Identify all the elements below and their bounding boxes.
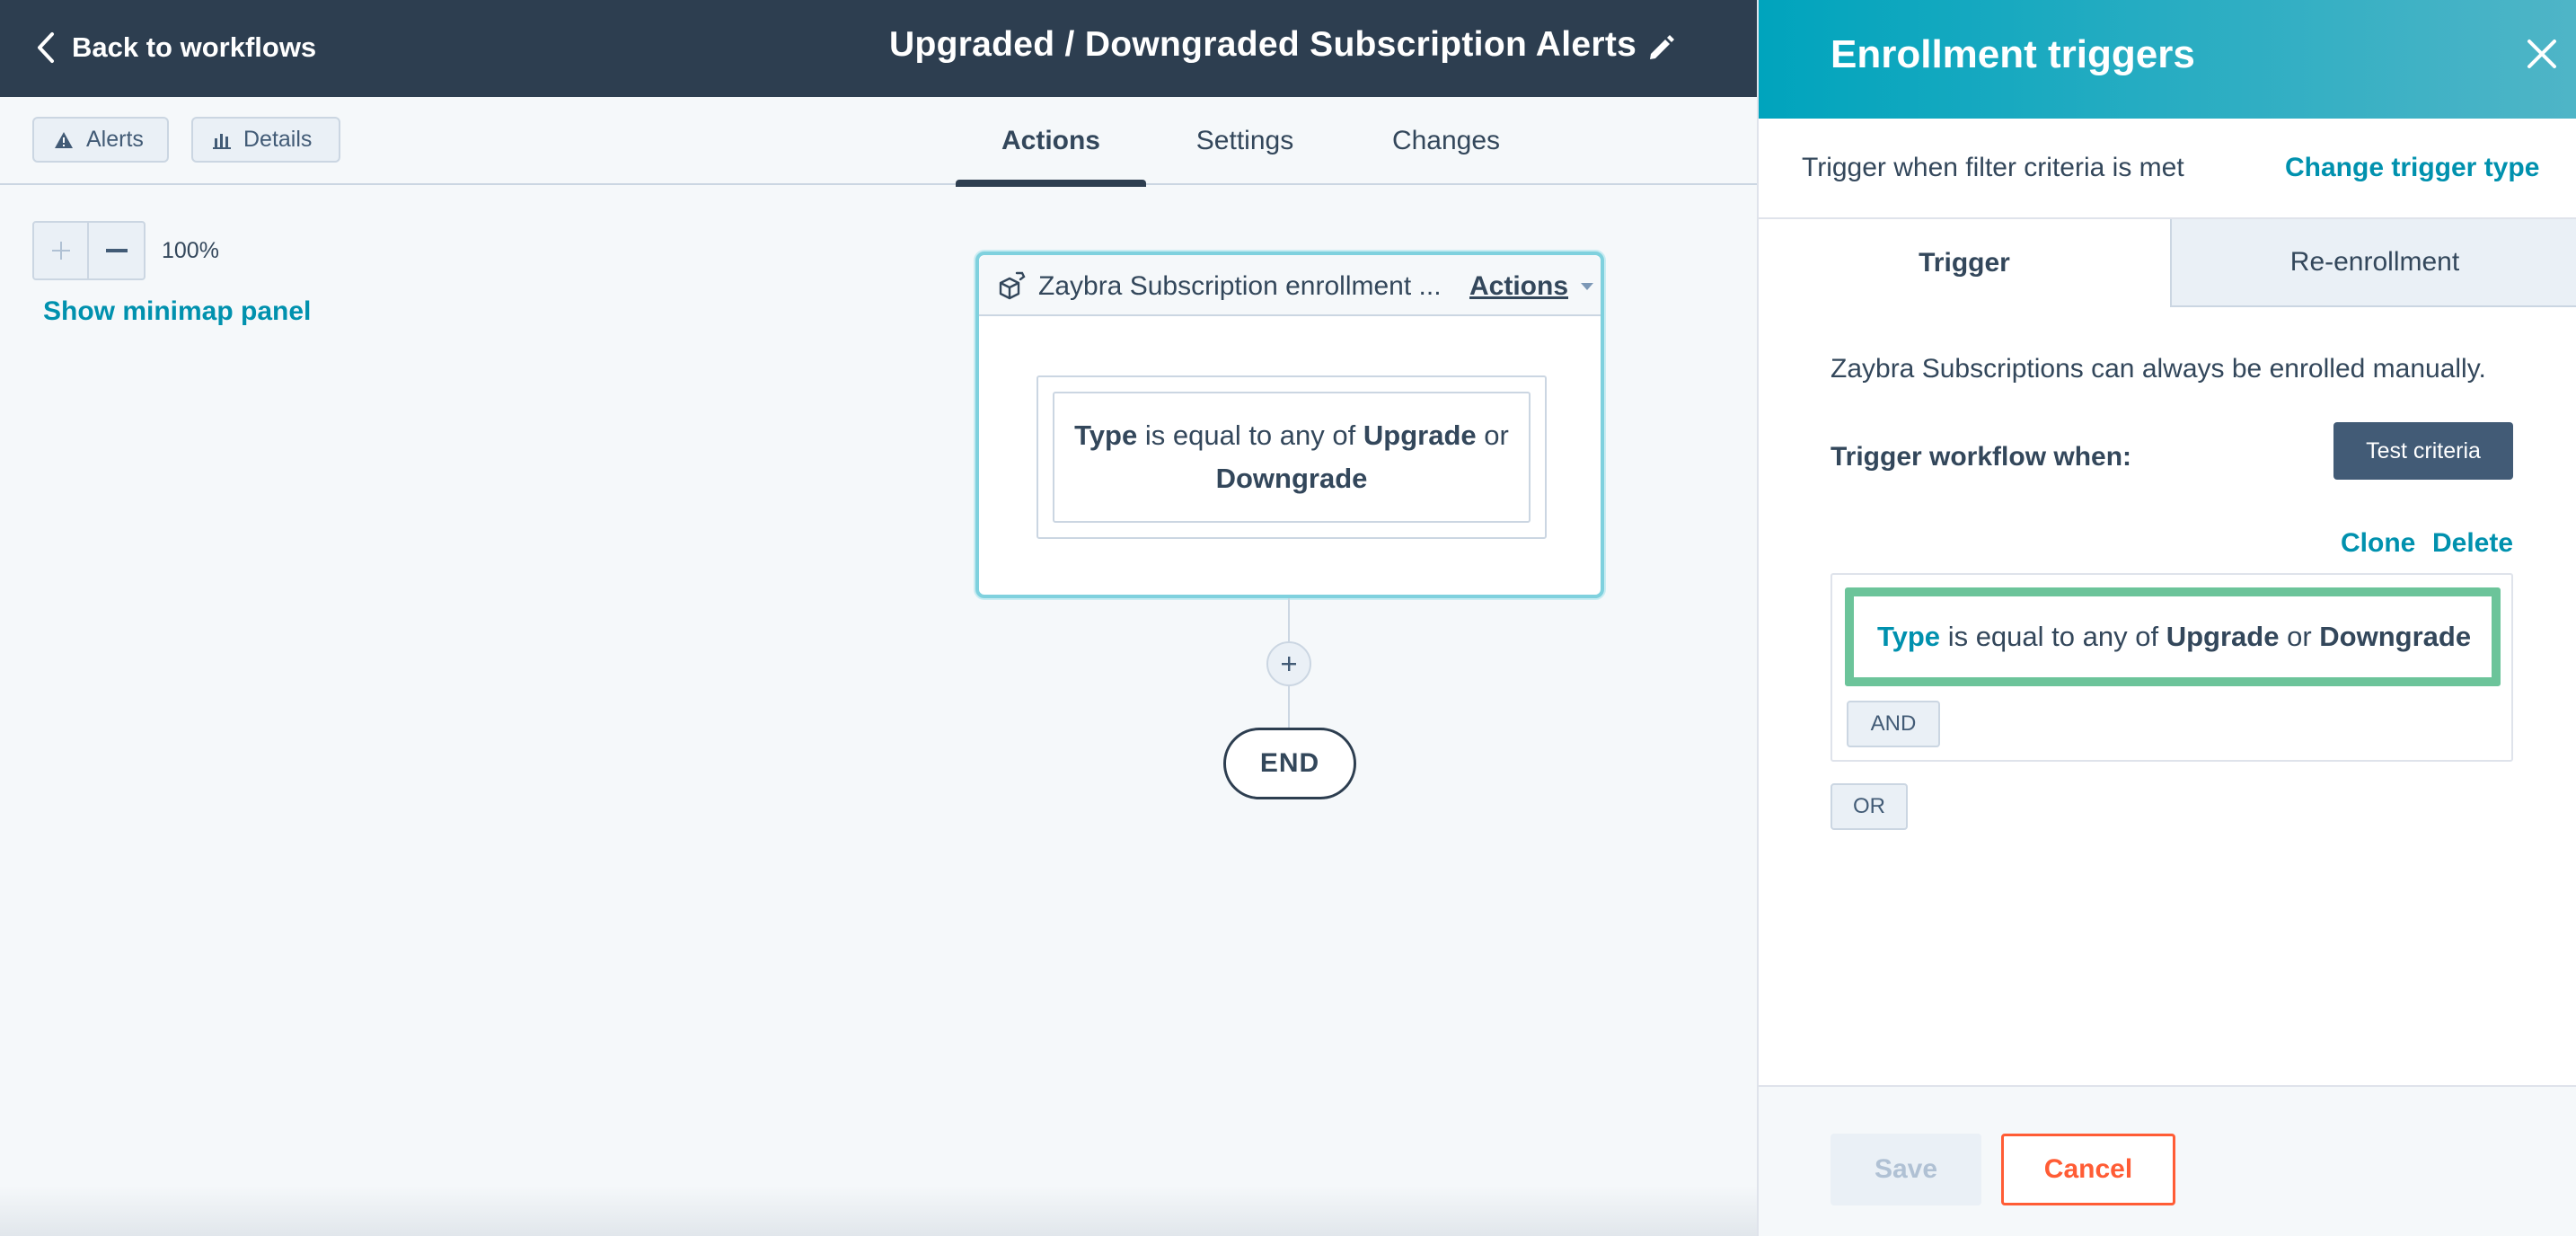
filter-value: Downgrade — [2319, 621, 2472, 652]
object-cube-icon — [999, 271, 1026, 300]
zoom-in-button[interactable] — [34, 223, 90, 278]
or-button[interactable]: OR — [1831, 783, 1908, 830]
close-icon[interactable] — [2524, 36, 2560, 72]
filter-operator: is equal to any of — [1144, 419, 1356, 451]
filter-property: Type — [1877, 621, 1941, 652]
save-button[interactable]: Save — [1831, 1134, 1981, 1205]
filter-operator: is equal to any of — [1947, 621, 2159, 652]
zoom-controls — [32, 221, 146, 280]
end-node: END — [1223, 728, 1356, 799]
add-action-button[interactable] — [1266, 641, 1311, 686]
bar-chart-icon — [213, 133, 231, 149]
tab-settings[interactable]: Settings — [1168, 97, 1322, 185]
card-header: Zaybra Subscription enrollment ... Actio… — [979, 255, 1601, 316]
card-title: Zaybra Subscription enrollment ... — [1038, 271, 1442, 301]
panel-header: Enrollment triggers — [1759, 0, 2576, 119]
warning-icon — [55, 131, 73, 148]
zoom-out-button[interactable] — [89, 223, 144, 278]
details-button[interactable]: Details — [191, 117, 340, 163]
filter-joiner: or — [2287, 621, 2312, 652]
zoom-level: 100% — [162, 238, 219, 263]
filter-property: Type — [1074, 419, 1138, 451]
delete-link[interactable]: Delete — [2432, 528, 2513, 559]
trigger-workflow-when-label: Trigger workflow when: — [1831, 442, 2132, 472]
manual-enrollment-note: Zaybra Subscriptions can always be enrol… — [1831, 354, 2486, 384]
connector-line — [1288, 598, 1290, 641]
back-link-label: Back to workflows — [72, 31, 317, 63]
workflow-title: Upgraded / Downgraded Subscription Alert… — [889, 25, 1637, 64]
change-trigger-type-link[interactable]: Change trigger type — [2285, 153, 2539, 183]
enrollment-trigger-card[interactable]: Zaybra Subscription enrollment ... Actio… — [975, 252, 1604, 598]
sub-header: Alerts Details Actions Settings Changes — [0, 97, 1757, 187]
trigger-type-row: Trigger when filter criteria is met Chan… — [1759, 119, 2576, 219]
plus-icon — [1282, 657, 1296, 671]
card-actions-label: Actions — [1469, 271, 1569, 301]
tab-actions[interactable]: Actions — [956, 97, 1146, 187]
alerts-button[interactable]: Alerts — [32, 117, 169, 163]
card-actions-dropdown[interactable]: Actions — [1469, 271, 1594, 302]
filter-group: Type is equal to any of Upgrade or Downg… — [1831, 573, 2513, 762]
filter-value: Upgrade — [2166, 621, 2280, 652]
filter-value: Downgrade — [1215, 463, 1368, 494]
panel-title: Enrollment triggers — [1831, 32, 2195, 76]
minus-icon — [105, 249, 128, 252]
filter-chip[interactable]: Type is equal to any of Upgrade or Downg… — [1845, 587, 2501, 686]
tab-re-enrollment[interactable]: Re-enrollment — [2172, 219, 2576, 307]
tab-changes[interactable]: Changes — [1369, 97, 1523, 185]
details-label: Details — [243, 127, 313, 152]
canvas-bottom-shadow — [0, 1186, 1757, 1236]
and-button[interactable]: AND — [1847, 701, 1940, 747]
back-to-workflows-link[interactable]: Back to workflows — [36, 27, 316, 68]
panel-footer: Save Cancel — [1759, 1085, 2576, 1236]
alerts-label: Alerts — [86, 127, 144, 152]
top-header: Back to workflows Upgraded / Downgraded … — [0, 0, 1757, 97]
pencil-icon[interactable] — [1645, 32, 1676, 63]
card-filter-text: Type is equal to any of Upgrade or Downg… — [1053, 392, 1531, 523]
card-filter-group: Type is equal to any of Upgrade or Downg… — [1037, 375, 1547, 539]
filter-joiner: or — [1484, 419, 1509, 451]
filter-value: Upgrade — [1363, 419, 1477, 451]
connector-line — [1288, 686, 1290, 728]
show-minimap-link[interactable]: Show minimap panel — [43, 296, 311, 327]
caret-down-icon — [1581, 283, 1594, 290]
chevron-left-icon — [38, 32, 54, 63]
cancel-button[interactable]: Cancel — [2001, 1134, 2175, 1205]
enrollment-triggers-panel: Enrollment triggers Trigger when filter … — [1757, 0, 2576, 1236]
trigger-type-description: Trigger when filter criteria is met — [1802, 153, 2184, 182]
plus-icon — [51, 242, 70, 260]
clone-link[interactable]: Clone — [2341, 528, 2415, 559]
test-criteria-button[interactable]: Test criteria — [2333, 422, 2513, 480]
tab-trigger[interactable]: Trigger — [1759, 219, 2172, 307]
